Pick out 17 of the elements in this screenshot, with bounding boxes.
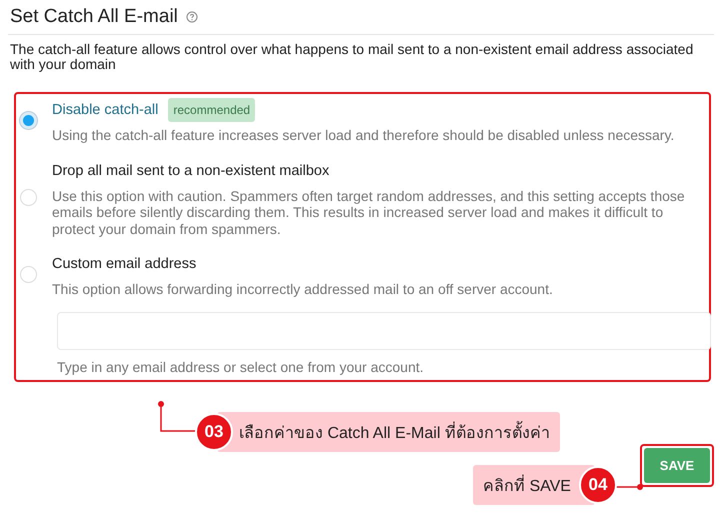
help-icon[interactable]	[186, 11, 198, 23]
option-description: Use this option with caution. Spammers often target random addresses, and this setting accepts those emails before silently discarding them. This results in increased server load and makes it difficult to protect your domain from spammers.	[52, 188, 686, 237]
radio-button[interactable]	[20, 112, 37, 129]
step-number: 03	[195, 413, 233, 451]
email-input-field[interactable]	[57, 312, 711, 350]
option-label[interactable]: Drop all mail sent to a non-existent mailbox	[52, 162, 330, 178]
option-label[interactable]: Custom email address	[52, 256, 196, 272]
option-label[interactable]: Disable catch-all	[52, 102, 158, 118]
radio-button[interactable]	[20, 266, 37, 283]
leader-line	[157, 400, 197, 434]
page-title: Set Catch All E-mail	[10, 6, 178, 28]
field-helper-text: Type in any email address or select one from your account.	[57, 358, 425, 374]
recommended-badge: recommended	[168, 98, 256, 122]
option-description: This option allows forwarding incorrectly addressed mail to an off server account.	[52, 281, 554, 298]
radio-button[interactable]	[20, 188, 37, 206]
section-description: The catch-all feature allows control over what happens to mail sent to a non-existent email address associated with your domain	[9, 42, 694, 72]
option-description: Using the catch-all feature increases server load and therefore should be disabled unless necessary.	[52, 127, 676, 144]
